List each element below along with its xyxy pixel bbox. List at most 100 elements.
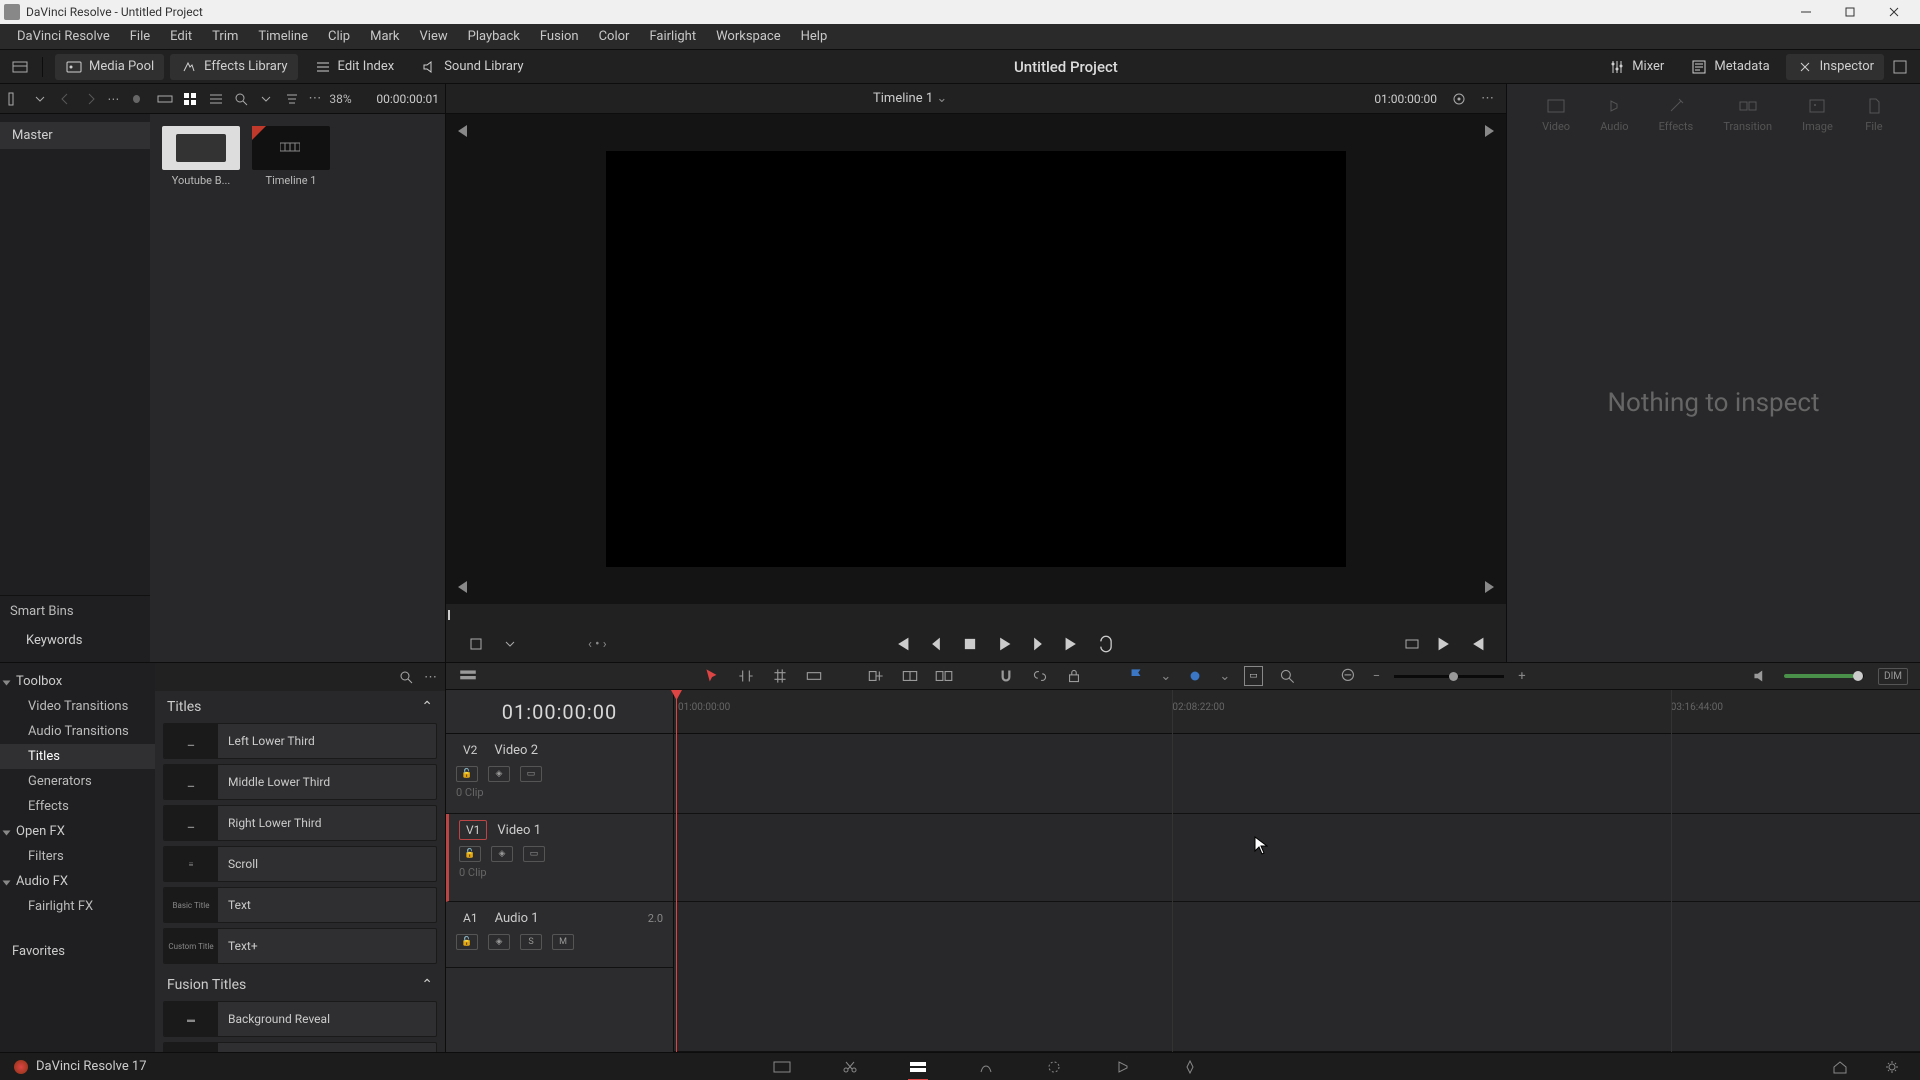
page-fairlight[interactable] <box>1108 1057 1136 1077</box>
next-frame-button[interactable] <box>1029 635 1047 653</box>
prev-edit-icon[interactable] <box>452 578 470 596</box>
title-item[interactable]: Basic TitleText <box>163 887 437 923</box>
loop-button[interactable] <box>1097 635 1115 653</box>
stop-button[interactable] <box>961 635 979 653</box>
page-color[interactable] <box>1040 1057 1068 1077</box>
menu-timeline[interactable]: Timeline <box>249 26 317 47</box>
effects-library-toggle[interactable]: Effects Library <box>170 54 297 80</box>
tree-titles[interactable]: Titles <box>0 744 155 769</box>
title-item[interactable]: ▁Right Lower Third <box>163 805 437 841</box>
blade-tool-icon[interactable] <box>804 666 824 686</box>
zoom-search-icon[interactable] <box>1277 666 1297 686</box>
chevron-down-icon[interactable] <box>258 89 275 109</box>
inspector-tab-transition[interactable]: Transition <box>1723 95 1772 133</box>
clip-grid[interactable]: Youtube B... Timeline 1 <box>150 114 445 662</box>
mixer-toggle[interactable]: Mixer <box>1598 54 1674 80</box>
next-edit-icon[interactable] <box>1482 122 1500 140</box>
prev-frame-button[interactable] <box>927 635 945 653</box>
tree-openfx[interactable]: Open FX <box>0 819 155 844</box>
bin-master[interactable]: Master <box>0 122 150 149</box>
metadata-toggle[interactable]: Metadata <box>1680 54 1779 80</box>
title-item[interactable]: ▭Background Reveal Lower Third <box>163 1042 437 1052</box>
lock-toggle-icon[interactable] <box>1064 666 1084 686</box>
prev-edit-icon[interactable] <box>452 122 470 140</box>
volume-slider[interactable] <box>1784 674 1864 678</box>
sort-icon[interactable] <box>283 89 300 109</box>
menu-fairlight[interactable]: Fairlight <box>640 26 705 47</box>
smart-bins-header[interactable]: Smart Bins <box>0 595 150 627</box>
timeline-timecode[interactable]: 01:00:00:00 <box>446 690 673 734</box>
track-header-a1[interactable]: A1Audio 12.0 🔓◈SM <box>446 902 673 968</box>
dynamic-trim-icon[interactable] <box>770 666 790 686</box>
overwrite-clip-icon[interactable] <box>900 666 920 686</box>
speaker-icon[interactable] <box>1750 666 1770 686</box>
timeline-ruler[interactable]: 01:00:00:00 02:08:22:00 03:16:44:00 <box>674 690 1920 734</box>
trim-tool-icon[interactable] <box>736 666 756 686</box>
inspector-tab-video[interactable]: Video <box>1542 95 1570 133</box>
selection-tool-icon[interactable] <box>702 666 722 686</box>
viewer-timecode[interactable]: 01:00:00:00 <box>1374 92 1437 106</box>
title-item[interactable]: ▬Background Reveal <box>163 1001 437 1037</box>
timeline-tracks[interactable]: 01:00:00:00 02:08:22:00 03:16:44:00 <box>674 690 1920 1052</box>
go-out-button[interactable] <box>1436 635 1454 653</box>
project-settings-button[interactable] <box>1878 1057 1906 1077</box>
menu-workspace[interactable]: Workspace <box>707 26 790 47</box>
marker-blue-icon[interactable] <box>1185 666 1205 686</box>
fusion-section-header[interactable]: Fusion Titles⌃ <box>155 969 445 1001</box>
page-fusion[interactable] <box>972 1057 1000 1077</box>
layout-preset-icon[interactable] <box>10 57 30 77</box>
nav-fwd-icon[interactable] <box>82 89 99 109</box>
page-media[interactable] <box>768 1057 796 1077</box>
menu-edit[interactable]: Edit <box>161 26 201 47</box>
search-icon[interactable] <box>232 89 249 109</box>
replace-clip-icon[interactable] <box>934 666 954 686</box>
crop-toggle-icon[interactable] <box>466 634 486 654</box>
range-icon[interactable]: ▭ <box>1244 666 1263 686</box>
chevron-down-icon[interactable] <box>500 634 520 654</box>
menu-help[interactable]: Help <box>792 26 837 47</box>
bin-keywords[interactable]: Keywords <box>0 627 150 654</box>
menu-playback[interactable]: Playback <box>459 26 529 47</box>
clip-thumb[interactable]: Timeline 1 <box>252 126 330 187</box>
clip-thumb[interactable]: Youtube B... <box>162 126 240 187</box>
inspector-tab-audio[interactable]: Audio <box>1600 95 1628 133</box>
maximize-button[interactable] <box>1828 0 1872 24</box>
tree-generators[interactable]: Generators <box>0 769 155 794</box>
menu-clip[interactable]: Clip <box>319 26 359 47</box>
bin-list-icon[interactable] <box>6 89 23 109</box>
titles-section-header[interactable]: Titles⌃ <box>155 691 445 723</box>
viewer-canvas[interactable] <box>606 151 1346 567</box>
menu-fusion[interactable]: Fusion <box>531 26 588 47</box>
first-frame-button[interactable] <box>893 635 911 653</box>
search-icon[interactable] <box>396 667 416 687</box>
match-frame-icon[interactable] <box>1449 89 1469 109</box>
list-view-icon[interactable] <box>207 89 224 109</box>
insert-clip-icon[interactable] <box>866 666 886 686</box>
page-deliver[interactable] <box>1176 1057 1204 1077</box>
nav-back-icon[interactable] <box>57 89 74 109</box>
menu-trim[interactable]: Trim <box>203 26 247 47</box>
chevron-down-icon[interactable] <box>31 89 48 109</box>
track-header-v2[interactable]: V2Video 2 🔓◈▭ 0 Clip <box>446 734 673 814</box>
dim-button[interactable]: DIM <box>1878 668 1908 685</box>
inspector-tab-file[interactable]: File <box>1863 95 1885 133</box>
tree-filters[interactable]: Filters <box>0 844 155 869</box>
close-button[interactable] <box>1872 0 1916 24</box>
match-frame-icon[interactable] <box>1402 634 1422 654</box>
menu-davinci[interactable]: DaVinci Resolve <box>8 26 119 47</box>
expand-panel-icon[interactable] <box>1890 57 1910 77</box>
next-edit-icon[interactable] <box>1482 578 1500 596</box>
go-in-button[interactable] <box>1468 635 1486 653</box>
tree-audiofx[interactable]: Audio FX <box>0 869 155 894</box>
title-item[interactable]: ▁Left Lower Third <box>163 723 437 759</box>
playhead[interactable] <box>676 690 677 1052</box>
title-item[interactable]: ▁Middle Lower Third <box>163 764 437 800</box>
zoom-out-icon[interactable] <box>1339 666 1359 686</box>
flag-blue-icon[interactable] <box>1126 666 1146 686</box>
viewer-zoom[interactable]: 38% <box>329 92 351 106</box>
title-item[interactable]: ≡Scroll <box>163 846 437 882</box>
menu-color[interactable]: Color <box>590 26 639 47</box>
inspector-tab-image[interactable]: Image <box>1802 95 1833 133</box>
edit-index-toggle[interactable]: Edit Index <box>304 54 405 80</box>
play-button[interactable] <box>995 635 1013 653</box>
